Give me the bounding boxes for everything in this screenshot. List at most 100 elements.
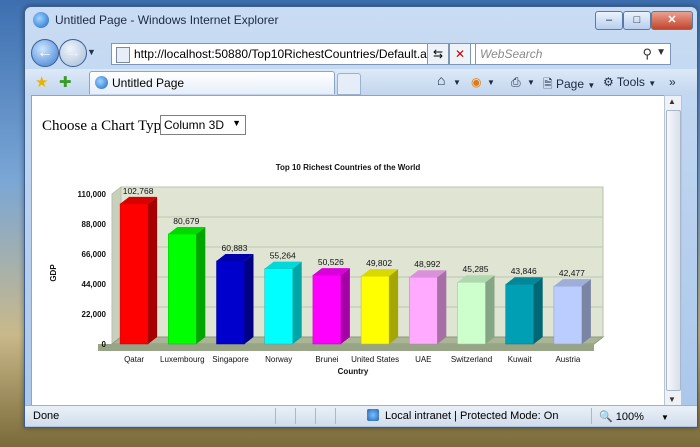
bar-side <box>389 269 399 344</box>
minimize-button[interactable]: – <box>595 11 623 30</box>
refresh-button[interactable]: ⇆ <box>427 43 449 65</box>
x-tick-label: UAE <box>415 355 431 364</box>
new-tab-button[interactable] <box>337 73 361 95</box>
bar-side <box>244 253 254 344</box>
search-dropdown-icon[interactable]: ▼ <box>656 47 666 58</box>
data-label: 50,526 <box>318 257 344 267</box>
data-label: 43,846 <box>511 266 537 276</box>
favorites-star-icon[interactable]: ★ <box>35 73 48 91</box>
y-tick-label: 110,000 <box>78 190 107 199</box>
print-dropdown-icon[interactable]: ▼ <box>527 78 535 87</box>
bar-side <box>437 270 447 344</box>
chart-type-value: Column 3D <box>164 118 225 132</box>
y-tick-label: 88,000 <box>82 220 107 229</box>
vertical-scrollbar[interactable]: ▲ ▼ <box>664 95 682 406</box>
scroll-down-icon[interactable]: ▼ <box>668 395 676 404</box>
chart-type-select[interactable]: Column 3D ▼ <box>160 115 246 135</box>
status-divider <box>295 408 296 424</box>
status-divider <box>315 408 316 424</box>
data-label: 80,679 <box>173 216 199 226</box>
maximize-button[interactable]: □ <box>623 11 651 30</box>
scroll-thumb[interactable] <box>666 110 681 391</box>
page-dropdown-icon: ▼ <box>587 81 596 90</box>
tools-menu-label: Tools <box>616 75 645 89</box>
x-tick-label: Switzerland <box>451 355 492 364</box>
add-favorites-icon[interactable]: ✚ <box>59 73 72 91</box>
status-text: Done <box>33 410 60 422</box>
zoom-icon: 🔍 <box>599 411 613 423</box>
chevron-down-icon: ▼ <box>232 118 241 128</box>
page-menu-label: Page <box>556 77 585 91</box>
chart-side-wall <box>111 185 122 346</box>
bar-front <box>409 276 438 345</box>
recent-pages-dropdown-icon[interactable]: ▼ <box>87 47 96 57</box>
y-tick-label: 22,000 <box>82 310 107 319</box>
print-icon[interactable]: ⎙ <box>511 75 521 90</box>
bar-side <box>533 277 543 344</box>
address-row: ← → ▼ http://localhost:50880/Top10Riches… <box>25 35 697 69</box>
ie-logo-icon <box>33 12 49 28</box>
page-menu[interactable]: 🗎 Page ▼ <box>543 75 595 96</box>
status-bar: Done Local intranet | Protected Mode: On… <box>25 405 697 426</box>
home-icon[interactable]: ⌂ <box>437 72 445 88</box>
tab-untitled-page[interactable]: Untitled Page <box>89 71 335 94</box>
tab-ie-icon <box>95 76 108 89</box>
x-axis-label: Country <box>338 367 369 376</box>
search-input[interactable]: WebSearch ⚲ ▼ <box>475 43 671 65</box>
home-dropdown-icon[interactable]: ▼ <box>453 78 461 87</box>
x-tick-label: Kuwait <box>508 355 533 364</box>
chart-floor-front <box>98 344 594 351</box>
data-label: 60,883 <box>222 243 248 253</box>
tab-row: ★ ✚ Untitled Page ⌂ ▼ ◉ ▼ ⎙ ▼ 🗎 Page ▼ ⚙… <box>25 69 697 95</box>
tools-menu[interactable]: ⚙ Tools ▼ <box>603 75 656 89</box>
y-axis-label: GDP <box>49 264 58 282</box>
bar-side <box>340 268 350 344</box>
bar-side <box>148 196 158 344</box>
bar-front <box>216 260 245 345</box>
bar-front <box>505 283 534 345</box>
x-tick-label: Qatar <box>124 355 144 364</box>
data-label: 49,802 <box>366 258 392 268</box>
bar-front <box>312 274 342 345</box>
bar-front <box>119 203 149 345</box>
zoom-value: 100% <box>615 411 644 423</box>
chart-type-prompt: Choose a Chart Type: <box>42 118 172 134</box>
search-placeholder: WebSearch <box>480 47 543 61</box>
chart-title: Top 10 Richest Countries of the World <box>275 163 421 172</box>
bar-front <box>457 281 486 345</box>
browser-window: Untitled Page - Windows Internet Explore… <box>24 6 698 428</box>
scroll-up-icon[interactable]: ▲ <box>668 97 676 106</box>
data-label: 42,477 <box>559 268 585 278</box>
security-zone: Local intranet | Protected Mode: On <box>385 410 559 422</box>
forward-button[interactable]: → <box>59 39 87 67</box>
gear-icon: ⚙ <box>603 75 614 89</box>
bar-side <box>196 226 206 344</box>
x-tick-label: Luxembourg <box>160 355 204 364</box>
status-divider <box>591 408 592 424</box>
tab-label: Untitled Page <box>112 76 185 90</box>
stop-button[interactable]: ✕ <box>449 43 471 65</box>
x-tick-label: United States <box>351 355 399 364</box>
data-label: 48,992 <box>414 259 440 269</box>
title-bar: Untitled Page - Windows Internet Explore… <box>25 7 697 33</box>
bar-side <box>292 261 302 344</box>
feeds-dropdown-icon[interactable]: ▼ <box>487 78 495 87</box>
search-icon[interactable]: ⚲ <box>642 46 652 62</box>
page-icon <box>116 47 130 63</box>
toolbar-overflow-icon[interactable]: » <box>669 75 676 89</box>
bar-front <box>553 285 583 345</box>
page-icon: 🗎 <box>543 77 553 91</box>
feeds-icon[interactable]: ◉ <box>471 75 481 89</box>
y-tick-label: 44,000 <box>82 280 107 289</box>
status-divider <box>335 408 336 424</box>
back-button[interactable]: ← <box>31 39 59 67</box>
data-label: 55,264 <box>270 251 296 261</box>
close-button[interactable]: ✕ <box>651 11 693 30</box>
bar-front <box>168 233 197 345</box>
intranet-icon <box>367 409 379 421</box>
zoom-level[interactable]: 🔍 100% ▼ <box>599 410 669 423</box>
data-label: 45,285 <box>463 264 489 274</box>
bar-side <box>485 275 495 344</box>
url-text: http://localhost:50880/Top10RichestCount… <box>134 47 446 61</box>
x-tick-label: Brunei <box>315 355 338 364</box>
